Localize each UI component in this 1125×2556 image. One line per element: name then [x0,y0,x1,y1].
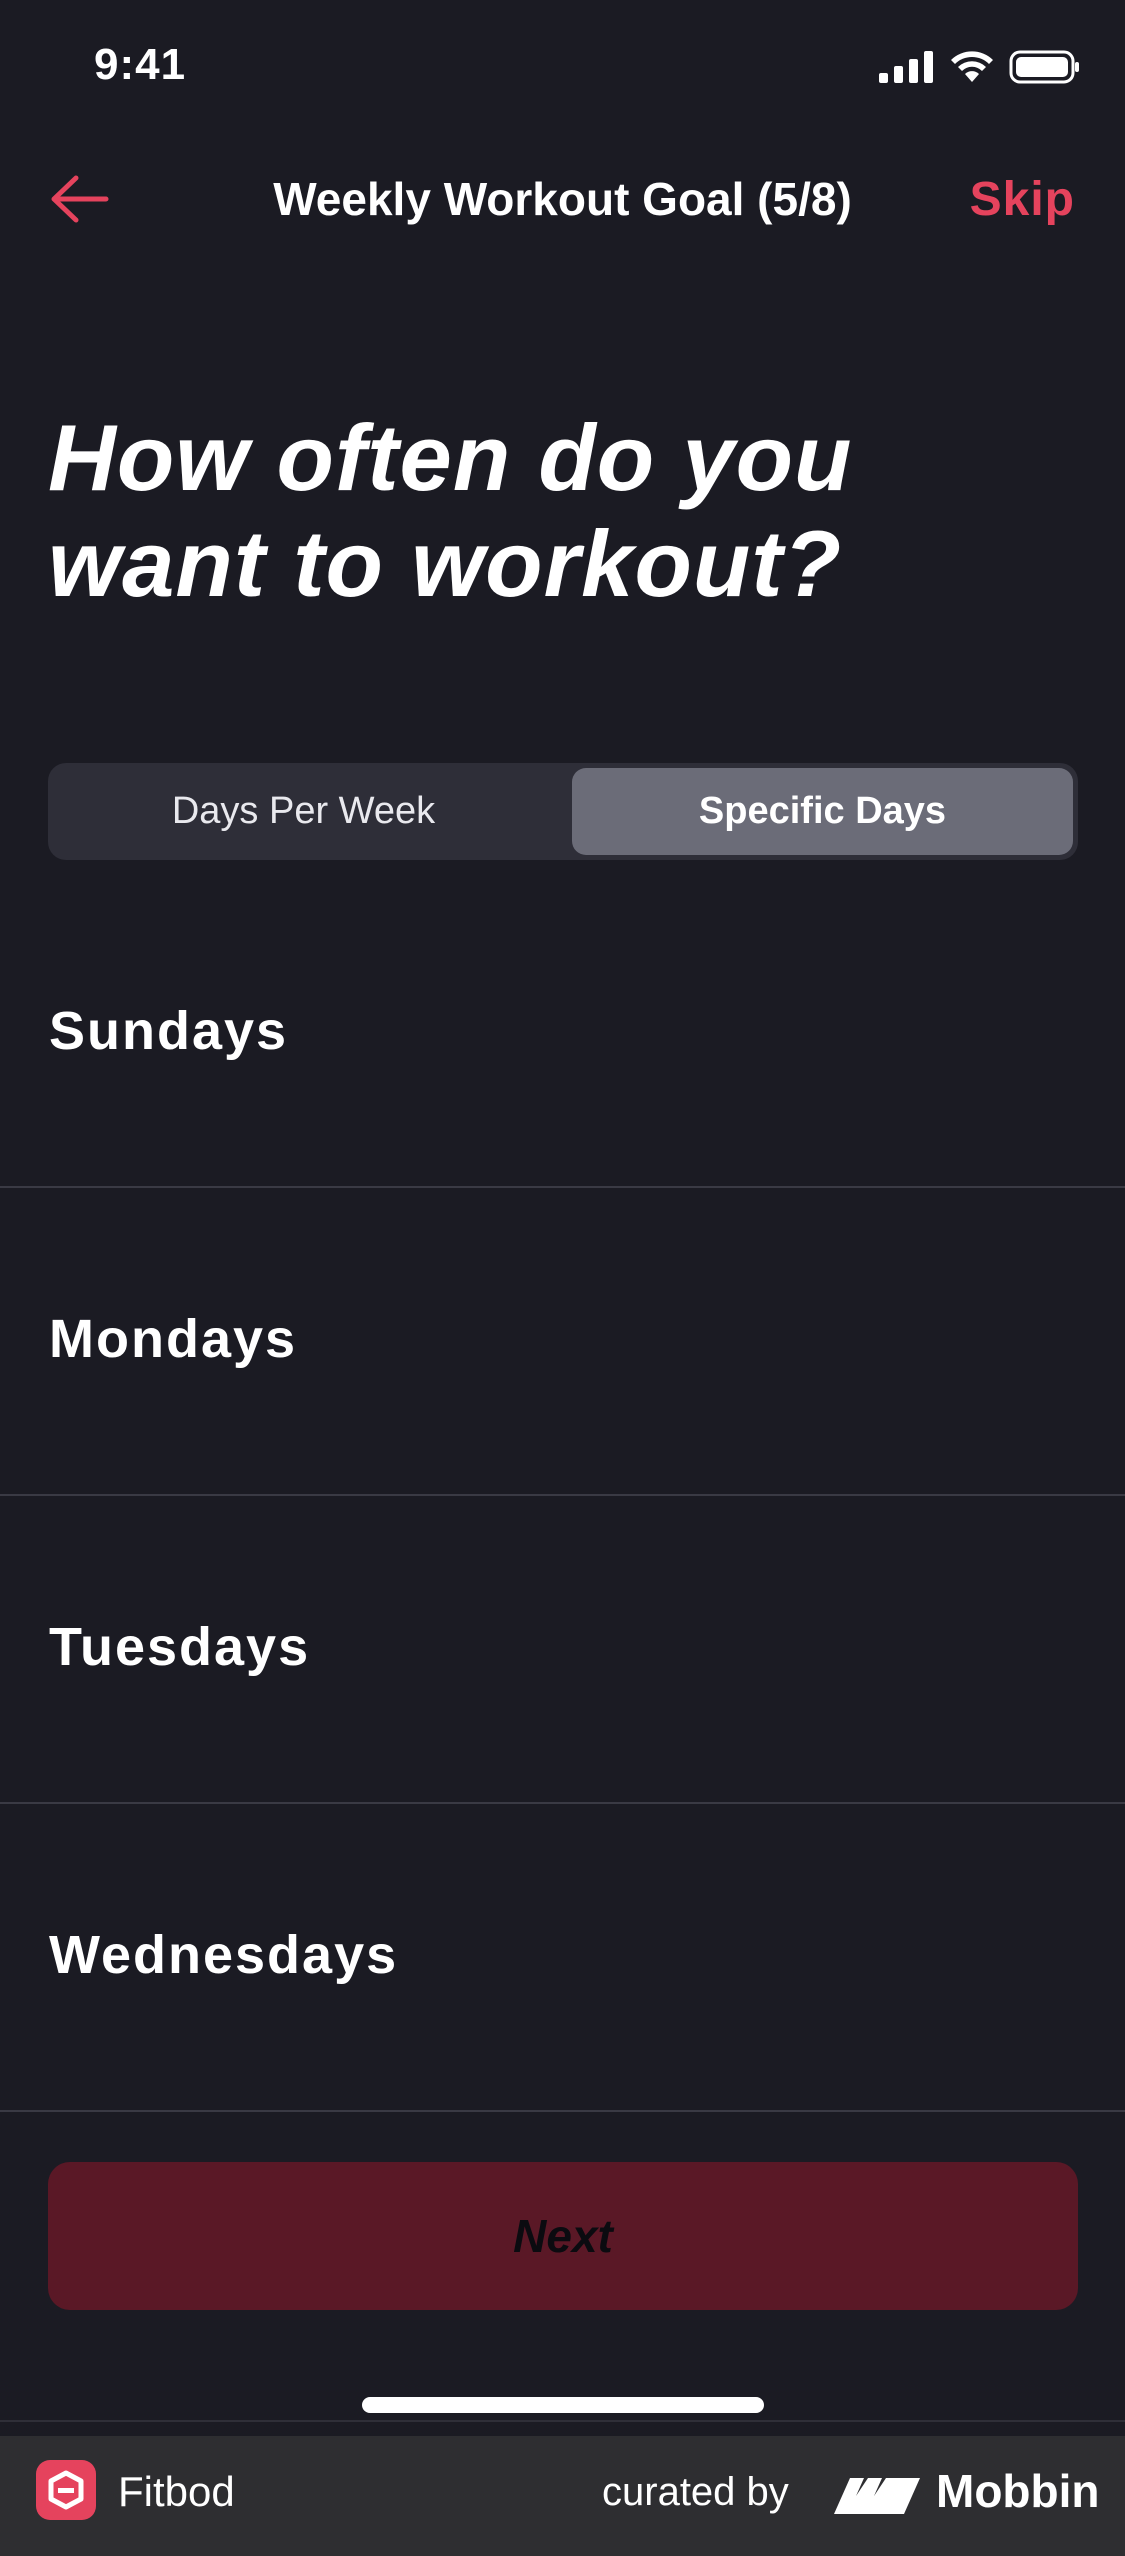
day-row-wednesdays[interactable]: Wednesdays [0,1804,1125,2112]
day-row-tuesdays[interactable]: Tuesdays [0,1496,1125,1804]
mobbin-brand: Mobbin [936,2465,1100,2517]
cellular-signal-icon [879,51,933,83]
status-bar: 9:41 [0,0,1125,140]
attribution-footer: Fitbod curated by Mobbin [0,2436,1125,2556]
day-label: Wednesdays [49,1925,399,1985]
fitbod-logo-icon [36,2460,96,2520]
day-list: Sundays Mondays Tuesdays Wednesdays [0,880,1125,2112]
mobbin-logo-icon [834,2478,920,2514]
curated-by-label: curated by [602,2470,789,2514]
page-title: Weekly Workout Goal (5/8) [273,173,852,225]
frequency-segmented-control: Days Per Week Specific Days [48,763,1078,860]
day-label: Sundays [49,1001,289,1061]
home-indicator [362,2397,764,2413]
day-row-mondays[interactable]: Mondays [0,1188,1125,1496]
headline-line-1: How often do you [48,405,853,510]
nav-header: Weekly Workout Goal (5/8) Skip [0,150,1125,250]
app-name: Fitbod [118,2468,235,2515]
wifi-icon [951,51,993,82]
headline: How often do you want to workout? [48,405,1068,617]
footer-divider [0,2420,1125,2422]
skip-button[interactable]: Skip [970,172,1075,227]
status-time: 9:41 [94,40,187,89]
headline-line-2: want to workout? [48,511,843,616]
day-label: Mondays [49,1309,298,1369]
segment-days-per-week[interactable]: Days Per Week [53,768,554,855]
screen: 9:41 Weekly Workout Goal (5/8) Skip How … [0,0,1125,2556]
segment-specific-days[interactable]: Specific Days [572,768,1073,855]
day-row-sundays[interactable]: Sundays [0,880,1125,1188]
next-button-label: Next [513,2210,613,2262]
status-icons [879,50,1081,84]
day-label: Tuesdays [49,1617,311,1677]
next-button[interactable]: Next [48,2162,1078,2310]
battery-icon [1009,50,1079,84]
